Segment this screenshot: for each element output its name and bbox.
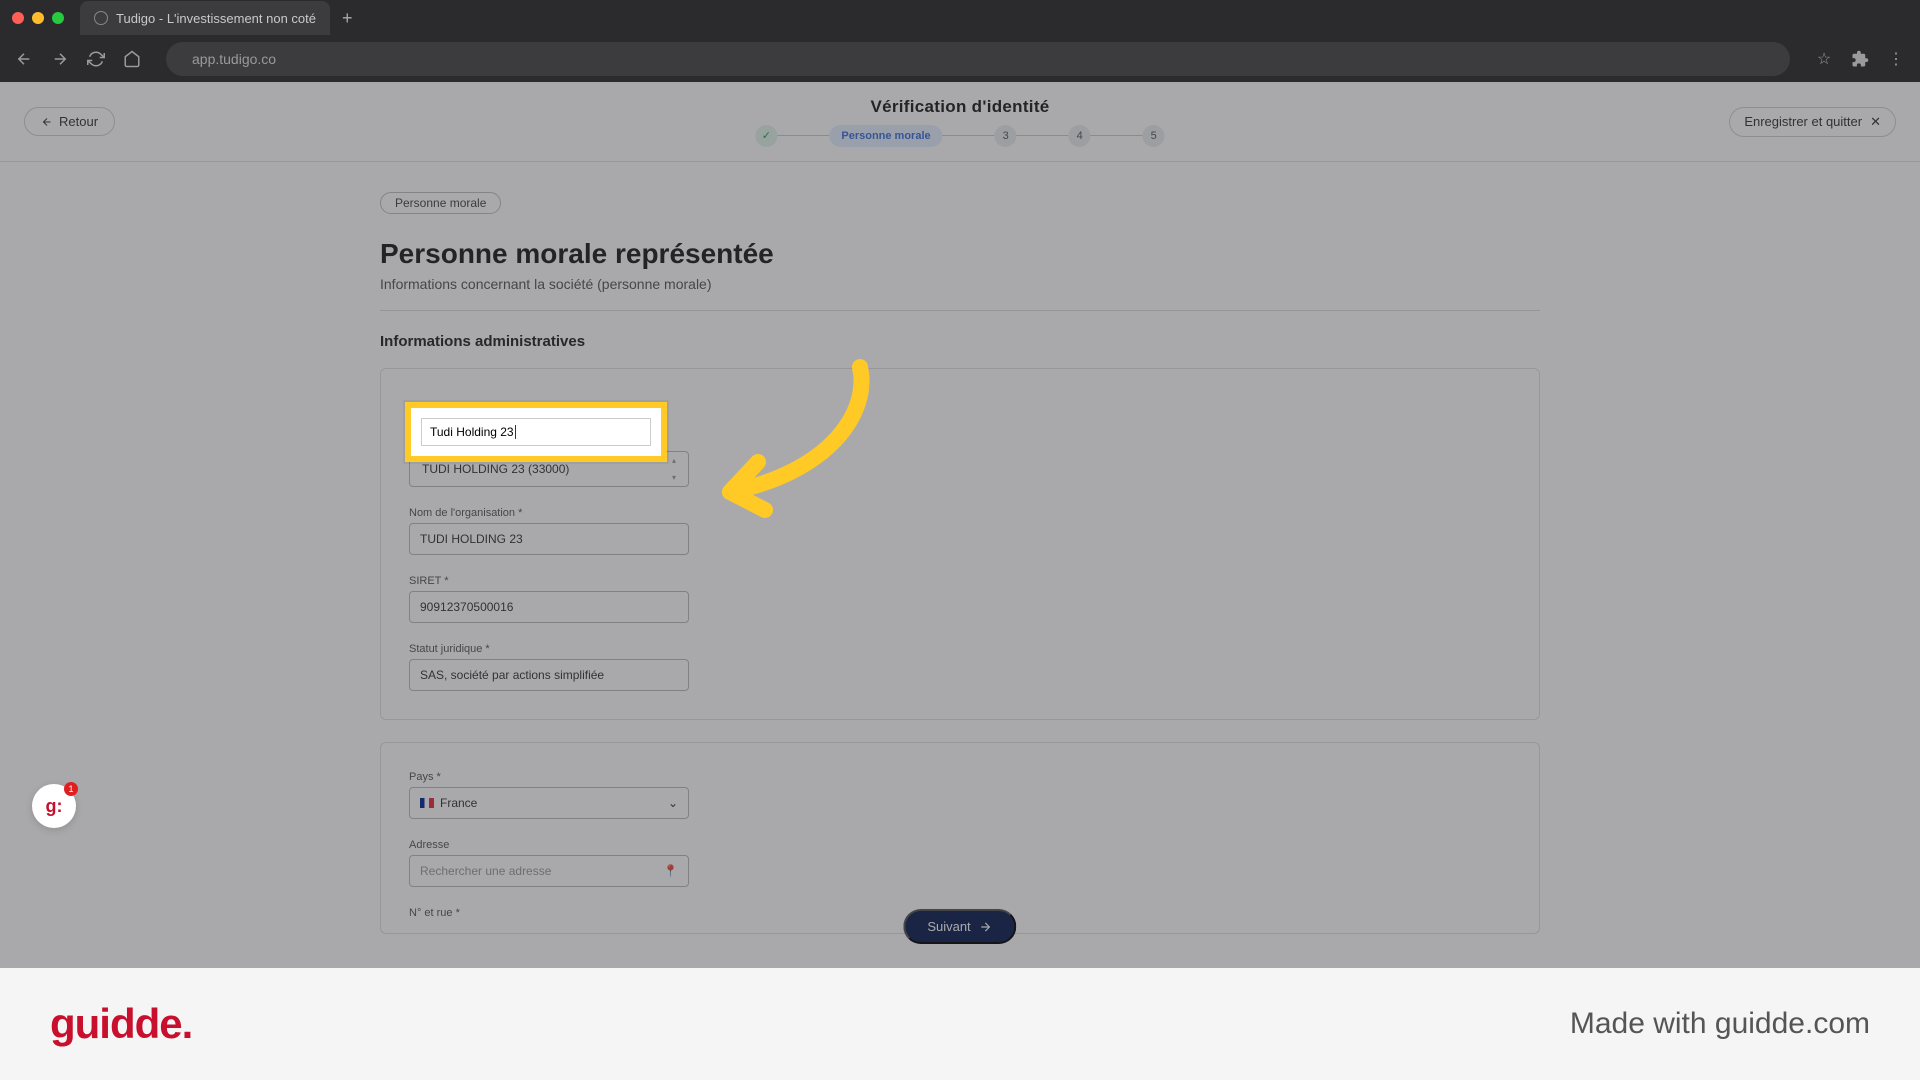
- pays-label: Pays *: [409, 771, 1511, 783]
- save-quit-label: Enregistrer et quitter: [1744, 114, 1862, 129]
- guidde-logo-icon: g:: [46, 796, 63, 817]
- page-content: Retour Vérification d'identité ✓ Personn…: [0, 82, 1920, 968]
- org-name-input[interactable]: TUDI HOLDING 23: [409, 523, 689, 555]
- browser-chrome: Tudigo - L'investissement non coté + app…: [0, 0, 1920, 82]
- reload-icon[interactable]: [86, 49, 106, 69]
- sub-heading: Informations administratives: [380, 333, 1540, 350]
- next-button[interactable]: Suivant: [903, 909, 1016, 944]
- adresse-label: Adresse: [409, 839, 1511, 851]
- url-text: app.tudigo.co: [192, 51, 276, 67]
- step-connector: [1017, 135, 1069, 136]
- step-5: 5: [1143, 125, 1165, 147]
- back-button[interactable]: Retour: [24, 107, 115, 136]
- scroll-handle-icon: ▴▾: [672, 456, 684, 482]
- siret-label: SIRET *: [409, 575, 1511, 587]
- step-1-done: ✓: [755, 125, 777, 147]
- made-with-credit: Made with guidde.com: [1570, 1007, 1870, 1041]
- new-tab-button[interactable]: +: [342, 8, 353, 29]
- divider: [380, 310, 1540, 311]
- back-label: Retour: [59, 114, 98, 129]
- step-2-active: Personne morale: [829, 125, 942, 147]
- address-bar[interactable]: app.tudigo.co: [166, 42, 1790, 76]
- browser-tab[interactable]: Tudigo - L'investissement non coté: [80, 1, 330, 35]
- notification-badge: 1: [64, 782, 78, 796]
- window-close-icon[interactable]: [12, 12, 24, 24]
- globe-icon: [94, 11, 108, 25]
- tab-title: Tudigo - L'investissement non coté: [116, 11, 316, 26]
- step-3: 3: [995, 125, 1017, 147]
- flag-icon: [420, 798, 434, 808]
- extensions-icon[interactable]: [1850, 49, 1870, 69]
- arrow-right-icon: [979, 920, 993, 934]
- next-label: Suivant: [927, 919, 970, 934]
- highlight-callout: Tudi Holding 23: [405, 402, 667, 462]
- close-icon: ✕: [1870, 114, 1881, 130]
- window-controls: [12, 12, 64, 24]
- window-maximize-icon[interactable]: [52, 12, 64, 24]
- back-icon[interactable]: [14, 49, 34, 69]
- siret-input[interactable]: 90912370500016: [409, 591, 689, 623]
- step-connector: [943, 135, 995, 136]
- pays-select[interactable]: France ⌄: [409, 787, 689, 819]
- page-title: Vérification d'identité: [755, 97, 1164, 117]
- statut-input[interactable]: SAS, société par actions simplifiée: [409, 659, 689, 691]
- section-subtitle: Informations concernant la société (pers…: [380, 276, 1540, 292]
- form-card-address: Pays * France ⌄ Adresse Rechercher une a…: [380, 742, 1540, 934]
- footer-bar: guidde. Made with guidde.com: [0, 968, 1920, 1080]
- header-center: Vérification d'identité ✓ Personne moral…: [755, 97, 1164, 147]
- guidde-widget[interactable]: g: 1: [32, 784, 76, 828]
- statut-label: Statut juridique *: [409, 643, 1511, 655]
- company-search-input[interactable]: Tudi Holding 23: [421, 418, 651, 446]
- nav-bar: app.tudigo.co ☆ ⋮: [0, 36, 1920, 82]
- window-minimize-icon[interactable]: [32, 12, 44, 24]
- org-label: Nom de l'organisation *: [409, 507, 1511, 519]
- save-quit-button[interactable]: Enregistrer et quitter ✕: [1729, 107, 1896, 137]
- section-title: Personne morale représentée: [380, 238, 1540, 270]
- stepper: ✓ Personne morale 3 4 5: [755, 125, 1164, 147]
- step-connector: [777, 135, 829, 136]
- menu-icon[interactable]: ⋮: [1886, 49, 1906, 69]
- arrow-annotation-icon: [700, 352, 890, 522]
- step-4: 4: [1069, 125, 1091, 147]
- chevron-down-icon: ⌄: [668, 796, 678, 810]
- pin-icon: 📍: [663, 864, 678, 878]
- suggestion-text: TUDI HOLDING 23 (33000): [422, 462, 569, 476]
- category-badge: Personne morale: [380, 192, 501, 214]
- star-icon[interactable]: ☆: [1814, 49, 1834, 69]
- adresse-input[interactable]: Rechercher une adresse 📍: [409, 855, 689, 887]
- home-icon[interactable]: [122, 49, 142, 69]
- step-connector: [1091, 135, 1143, 136]
- tab-bar: Tudigo - L'investissement non coté +: [0, 0, 1920, 36]
- app-header: Retour Vérification d'identité ✓ Personn…: [0, 82, 1920, 162]
- main-content: Personne morale Personne morale représen…: [380, 162, 1540, 934]
- forward-icon[interactable]: [50, 49, 70, 69]
- guidde-logo: guidde.: [50, 1000, 192, 1048]
